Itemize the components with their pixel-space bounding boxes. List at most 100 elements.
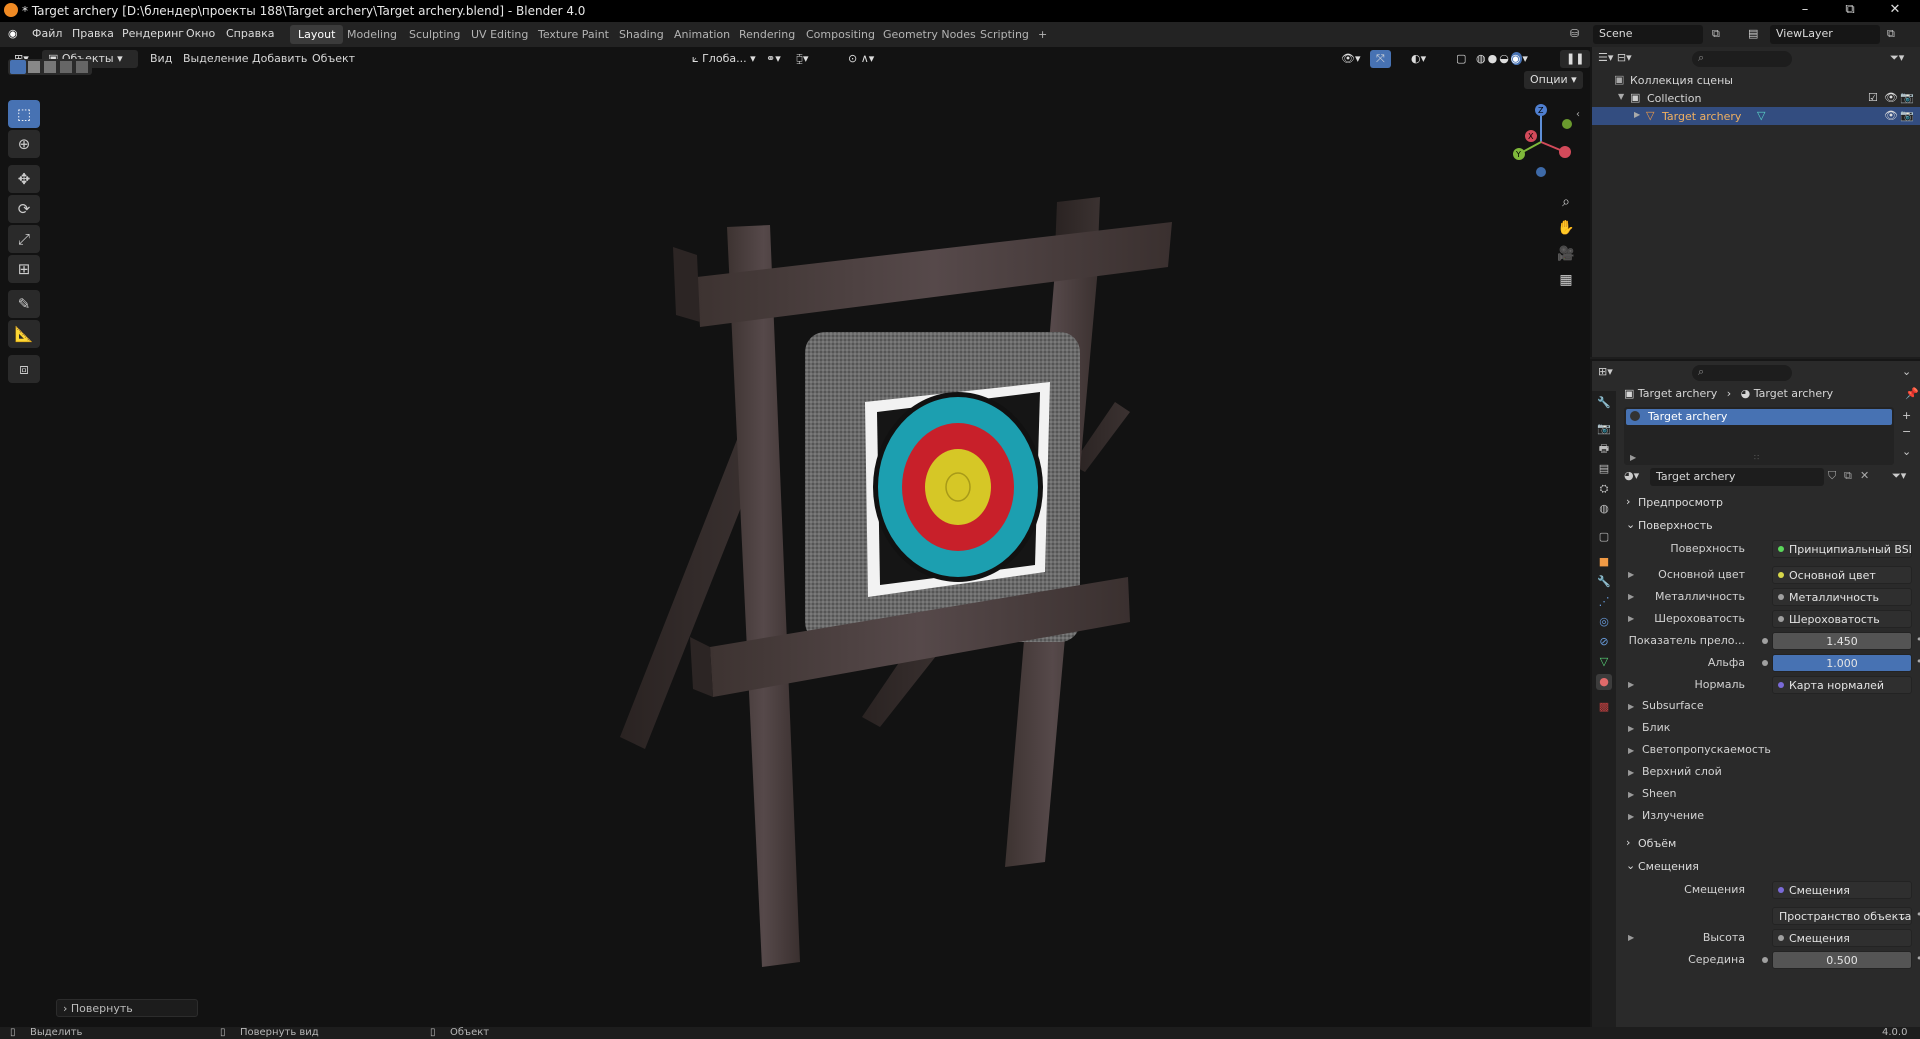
material-browse-icon[interactable]: ◕▾ (1624, 469, 1639, 482)
eye-icon[interactable]: 👁 (1884, 109, 1898, 122)
data-tab-icon[interactable]: ▽ (1596, 654, 1612, 670)
section-preview[interactable]: › Предпросмотр (1620, 492, 1920, 514)
expand-right-icon[interactable]: ▶ (1628, 933, 1634, 942)
add-slot-icon[interactable]: + (1902, 409, 1911, 422)
close-button[interactable]: ✕ (1880, 2, 1910, 17)
shading-modes[interactable]: ◍●◒◉▾ (1470, 50, 1536, 68)
menu-edit[interactable]: Правка (72, 27, 114, 40)
height-field[interactable]: Смещения (1772, 929, 1912, 947)
checkbox-icon[interactable]: ☑ (1868, 91, 1878, 104)
particles-tab-icon[interactable]: ⋰ (1596, 594, 1612, 610)
camera-icon[interactable]: 📷 (1900, 109, 1914, 122)
maximize-button[interactable]: ⧉ (1835, 2, 1865, 17)
base-color-field[interactable]: Основной цвет (1772, 566, 1912, 584)
filter-icon[interactable]: ⏷▾ (1890, 51, 1904, 65)
chevron-down-icon[interactable]: ⌄ (1902, 365, 1911, 378)
menu-file[interactable]: Файл (32, 27, 62, 40)
select-extend-icon[interactable] (28, 61, 40, 73)
section-surface[interactable]: ⌄ Поверхность (1620, 515, 1920, 537)
object-tab-icon[interactable]: ■ (1596, 554, 1612, 570)
section-displacement[interactable]: ⌄ Смещения (1620, 856, 1920, 878)
keyframe-dot-icon[interactable]: • (1916, 952, 1920, 965)
midlevel-field[interactable]: 0.500 (1772, 951, 1912, 969)
sidebar-toggle-icon[interactable]: ‹ (1576, 109, 1580, 120)
resize-handle-icon[interactable]: ∷ (1754, 453, 1759, 462)
menu-help[interactable]: Справка (226, 27, 274, 40)
cursor-tool-icon[interactable]: ⊕ (8, 130, 40, 158)
expand-right-icon[interactable]: ▶ (1628, 812, 1634, 821)
tab-texture-paint[interactable]: Texture Paint (530, 25, 617, 44)
tab-layout[interactable]: Layout (290, 25, 344, 44)
transform-tool-icon[interactable]: ⊞ (8, 255, 40, 283)
pause-icon[interactable]: ❚❚ (1560, 50, 1590, 68)
view-layer-tab-icon[interactable]: ▤ (1596, 461, 1612, 477)
displacement-field[interactable]: Смещения (1772, 881, 1912, 899)
outliner-row-target-archery[interactable]: ▶ ▽ Target archery ▽ 👁 📷 (1592, 107, 1920, 125)
gizmo-toggle-icon[interactable]: ⤧ (1370, 50, 1391, 68)
menu-window[interactable]: Окно (186, 27, 215, 40)
outliner-editor-icon[interactable]: ☰▾ ⊟▾ (1598, 51, 1632, 64)
subpanel-transmission[interactable]: Светопропускаемость (1642, 743, 1771, 756)
fake-user-shield-icon[interactable]: ⛉ (1828, 469, 1836, 483)
move-tool-icon[interactable]: ✥ (8, 165, 40, 193)
subpanel-sheen[interactable]: Sheen (1642, 787, 1676, 800)
menu-object[interactable]: Объект (312, 52, 355, 65)
zoom-icon[interactable]: ⌕ (1556, 194, 1576, 214)
minimize-button[interactable]: – (1790, 2, 1820, 17)
visibility-icon[interactable]: 👁▾ (1335, 50, 1367, 68)
metallic-field[interactable]: Металличность (1772, 588, 1912, 606)
rotate-tool-icon[interactable]: ⟳ (8, 195, 40, 223)
tab-sculpting[interactable]: Sculpting (401, 25, 468, 44)
constraints-tab-icon[interactable]: ⊘ (1596, 634, 1612, 650)
expand-right-icon[interactable]: ▶ (1628, 592, 1634, 601)
expand-right-icon[interactable]: ▶ (1630, 453, 1636, 462)
tab-rendering[interactable]: Rendering (731, 25, 803, 44)
view-layer-new-icon[interactable]: ⧉ (1887, 27, 1895, 41)
select-box-tool-icon[interactable]: ⬚ (8, 100, 40, 128)
last-operator-panel[interactable]: › Повернуть (56, 999, 198, 1017)
physics-tab-icon[interactable]: ◎ (1596, 614, 1612, 630)
3d-viewport[interactable]: ⊞▾ ▣ Объекты ▾ Вид Выделение Добавить Об… (0, 47, 1590, 1027)
ortho-grid-icon[interactable]: ▦ (1556, 272, 1576, 292)
tab-scripting[interactable]: Scripting (972, 25, 1037, 44)
expand-right-icon[interactable]: ▶ (1628, 614, 1634, 623)
alpha-field[interactable]: 1.000 (1772, 654, 1912, 672)
select-intersect-icon[interactable] (76, 61, 88, 73)
menu-render[interactable]: Рендеринг (122, 27, 184, 40)
navigation-gizmo[interactable]: Z Y X (1505, 102, 1577, 182)
menu-select[interactable]: Выделение (183, 52, 249, 65)
transform-orientation[interactable]: ⟀ Глоба... ▾ (686, 50, 762, 68)
remove-slot-icon[interactable]: − (1902, 425, 1911, 438)
slot-menu-icon[interactable]: ⌄ (1902, 445, 1911, 458)
select-new-icon[interactable] (10, 60, 26, 74)
blender-menu-icon[interactable]: ◉ (8, 27, 18, 40)
expand-right-icon[interactable]: ▶ (1628, 570, 1634, 579)
properties-search-input[interactable]: ⌕ (1692, 365, 1792, 381)
expand-right-icon[interactable]: ▶ (1628, 768, 1634, 777)
tab-animation[interactable]: Animation (666, 25, 738, 44)
roughness-field[interactable]: Шероховатость (1772, 610, 1912, 628)
eye-icon[interactable]: 👁 (1884, 91, 1898, 104)
camera-icon[interactable]: 📷 (1900, 91, 1914, 104)
material-slot-item[interactable]: Target archery (1626, 409, 1892, 425)
unlink-icon[interactable]: ✕ (1860, 469, 1869, 482)
material-tab-icon[interactable]: ● (1596, 674, 1612, 690)
expand-right-icon[interactable]: ▶ (1628, 790, 1634, 799)
outliner-row-collection[interactable]: ▼ ▣ Collection ☑ 👁 📷 (1592, 89, 1920, 107)
camera-view-icon[interactable]: 🎥 (1556, 246, 1576, 266)
proportional-edit-icon[interactable]: ⊙ ∧▾ (842, 50, 880, 68)
pan-hand-icon[interactable]: ✋ (1556, 220, 1576, 240)
duplicate-icon[interactable]: ⧉ (1844, 469, 1852, 483)
subpanel-emission[interactable]: Излучение (1642, 809, 1704, 822)
subpanel-subsurface[interactable]: Subsurface (1642, 699, 1704, 712)
section-volume[interactable]: › Объём (1620, 833, 1920, 855)
tab-compositing[interactable]: Compositing (798, 25, 883, 44)
render-tab-icon[interactable]: 📷 (1596, 421, 1612, 437)
expand-right-icon[interactable]: ▶ (1628, 680, 1634, 689)
tab-uv-editing[interactable]: UV Editing (463, 25, 536, 44)
tab-geometry-nodes[interactable]: Geometry Nodes (875, 25, 984, 44)
pivot-icon[interactable]: ⚭▾ (760, 50, 787, 68)
measure-tool-icon[interactable]: 📐 (8, 320, 40, 348)
outliner-search-input[interactable]: ⌕ (1692, 51, 1792, 67)
tab-shading[interactable]: Shading (611, 25, 672, 44)
